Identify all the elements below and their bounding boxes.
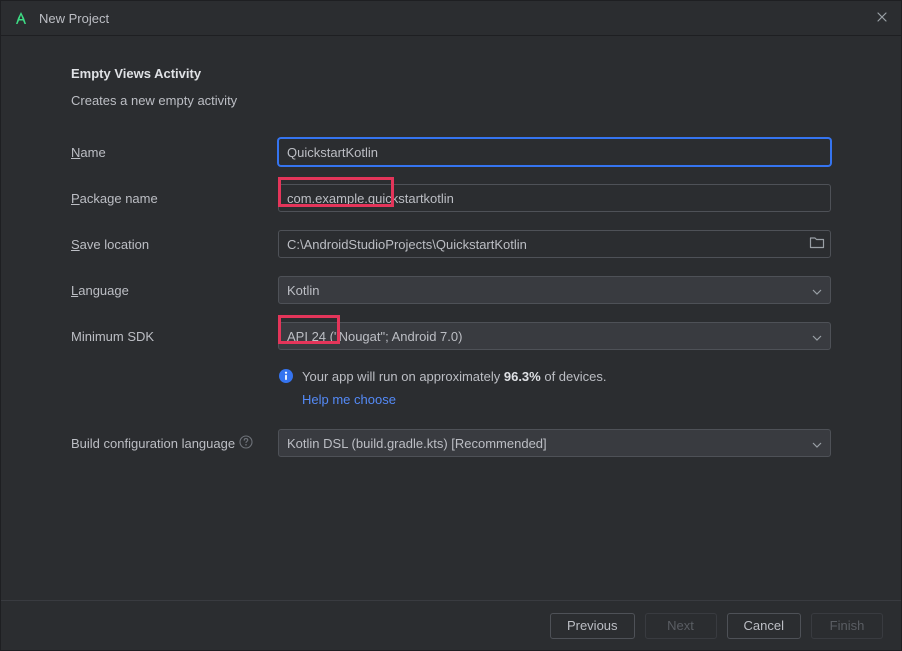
package-row: Package name [71, 184, 831, 212]
name-input[interactable] [278, 138, 831, 166]
next-button[interactable]: Next [645, 613, 717, 639]
min-sdk-row: Minimum SDK API 24 ("Nougat"; Android 7.… [71, 322, 831, 350]
language-label: Language [71, 283, 278, 298]
name-row: Name [71, 138, 831, 166]
chevron-down-icon [812, 329, 822, 344]
language-select-value: Kotlin [287, 283, 320, 298]
language-row: Language Kotlin [71, 276, 831, 304]
build-config-select-value: Kotlin DSL (build.gradle.kts) [Recommend… [287, 436, 547, 451]
close-icon[interactable] [875, 10, 889, 27]
save-location-label: Save location [71, 237, 278, 252]
page-subheading: Creates a new empty activity [71, 93, 831, 108]
save-location-row: Save location [71, 230, 831, 258]
save-location-input[interactable] [278, 230, 831, 258]
build-config-select[interactable]: Kotlin DSL (build.gradle.kts) [Recommend… [278, 429, 831, 457]
help-icon[interactable] [239, 435, 253, 452]
package-label: Package name [71, 191, 278, 206]
compatibility-text: Your app will run on approximately 96.3%… [302, 368, 607, 386]
window-title: New Project [39, 11, 875, 26]
language-select[interactable]: Kotlin [278, 276, 831, 304]
previous-button[interactable]: Previous [550, 613, 635, 639]
android-studio-icon [13, 10, 29, 26]
package-input[interactable] [278, 184, 831, 212]
titlebar: New Project [1, 1, 901, 36]
min-sdk-label: Minimum SDK [71, 329, 278, 344]
chevron-down-icon [812, 436, 822, 451]
build-config-row: Build configuration language Kotlin DSL … [71, 429, 831, 457]
build-config-label: Build configuration language [71, 435, 278, 452]
name-label: Name [71, 145, 278, 160]
finish-button[interactable]: Finish [811, 613, 883, 639]
dialog-footer: Previous Next Cancel Finish [1, 600, 901, 650]
page-heading: Empty Views Activity [71, 66, 831, 81]
help-me-choose-link[interactable]: Help me choose [302, 392, 396, 407]
min-sdk-select-value: API 24 ("Nougat"; Android 7.0) [287, 329, 462, 344]
info-icon [278, 368, 294, 384]
cancel-button[interactable]: Cancel [727, 613, 801, 639]
chevron-down-icon [812, 283, 822, 298]
min-sdk-select[interactable]: API 24 ("Nougat"; Android 7.0) [278, 322, 831, 350]
compatibility-info: Your app will run on approximately 96.3%… [278, 368, 831, 386]
browse-folder-icon[interactable] [809, 236, 825, 253]
